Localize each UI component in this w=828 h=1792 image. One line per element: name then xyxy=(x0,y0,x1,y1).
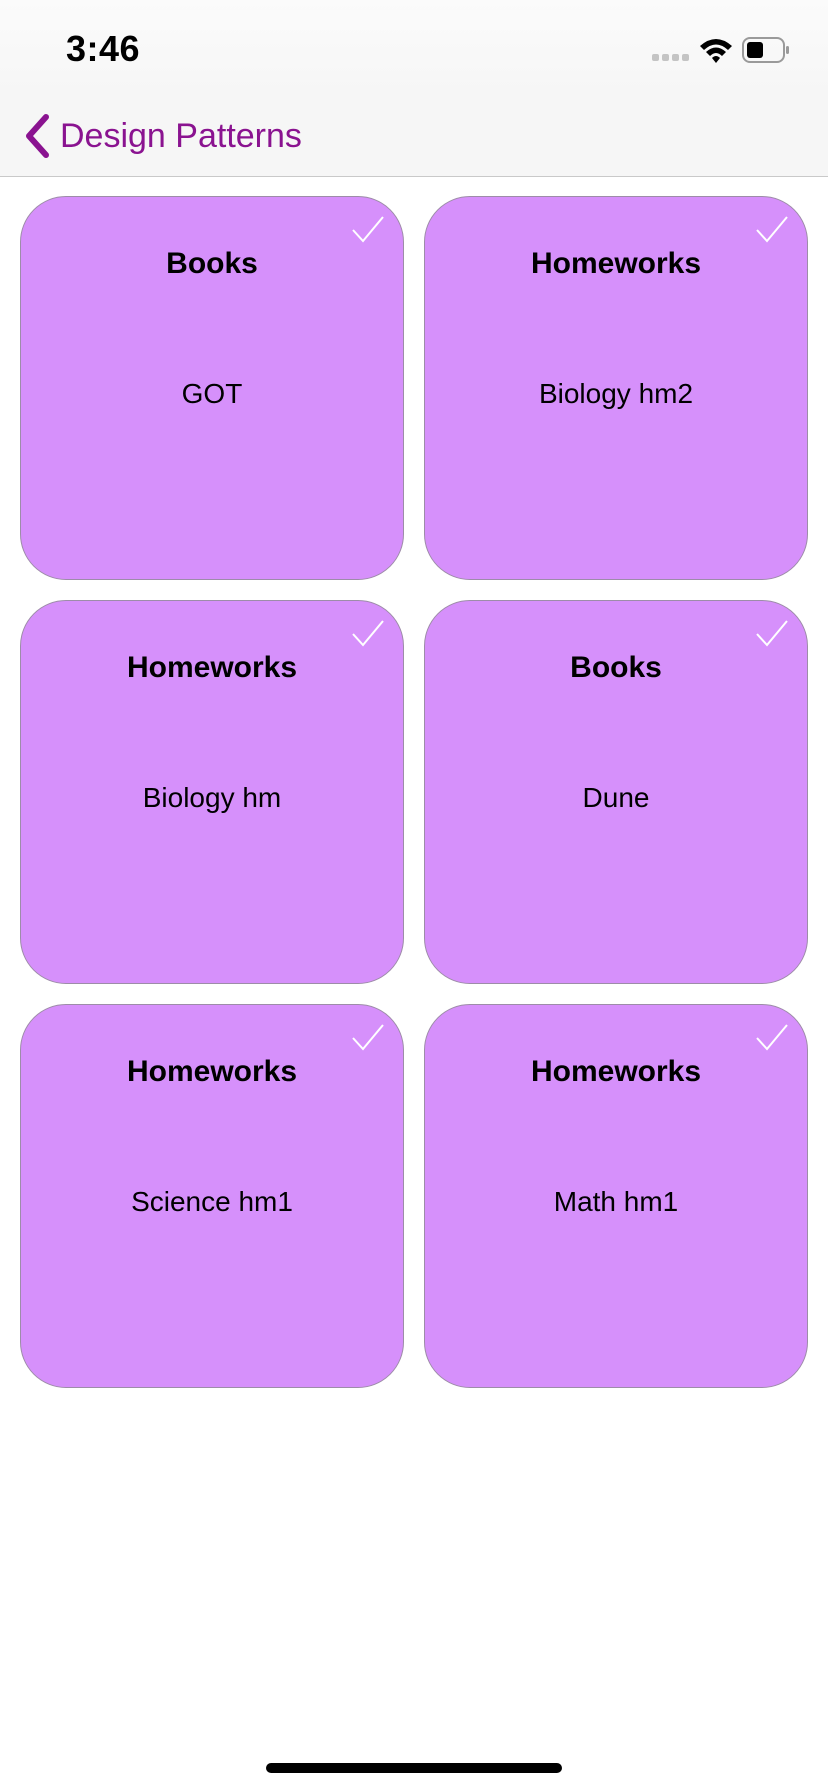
card-item[interactable]: Books GOT xyxy=(20,196,404,580)
card-item[interactable]: Homeworks Science hm1 xyxy=(20,1004,404,1388)
checkmark-icon xyxy=(352,620,384,647)
checkmark-icon xyxy=(352,1024,384,1051)
card-item[interactable]: Homeworks Math hm1 xyxy=(424,1004,808,1388)
card-item[interactable]: Books Dune xyxy=(424,600,808,984)
back-button-label: Design Patterns xyxy=(60,116,302,155)
card-item[interactable]: Homeworks Biology hm xyxy=(20,600,404,984)
card-title: Books xyxy=(570,651,662,684)
card-subtitle: Biology hm xyxy=(142,782,282,813)
checkmark-icon xyxy=(352,216,384,243)
card-grid: Books GOT Homeworks Biology hm2 Homework… xyxy=(20,196,808,1388)
card-title: Books xyxy=(166,247,258,280)
checkmark-icon xyxy=(756,1024,788,1051)
card-title: Homeworks xyxy=(126,1055,298,1088)
battery-icon xyxy=(742,37,789,63)
card-subtitle: Biology hm2 xyxy=(538,378,694,409)
card-subtitle: Math hm1 xyxy=(553,1186,679,1217)
card-subtitle: Dune xyxy=(582,782,650,813)
status-bar: 3:46 xyxy=(0,0,828,96)
navigation-bar: Design Patterns xyxy=(0,96,828,177)
back-button[interactable]: Design Patterns xyxy=(22,110,302,162)
wifi-icon xyxy=(700,39,732,63)
card-title: Homeworks xyxy=(530,1055,702,1088)
home-indicator[interactable] xyxy=(266,1763,562,1773)
checkmark-icon xyxy=(756,216,788,243)
card-title: Homeworks xyxy=(530,247,702,280)
card-item[interactable]: Homeworks Biology hm2 xyxy=(424,196,808,580)
status-time: 3:46 xyxy=(66,28,141,69)
card-subtitle: Science hm1 xyxy=(131,1186,293,1217)
card-subtitle: GOT xyxy=(181,378,243,409)
cellular-signal-icon xyxy=(652,54,689,61)
card-title: Homeworks xyxy=(126,651,298,684)
checkmark-icon xyxy=(756,620,788,647)
chevron-left-icon xyxy=(26,114,49,158)
